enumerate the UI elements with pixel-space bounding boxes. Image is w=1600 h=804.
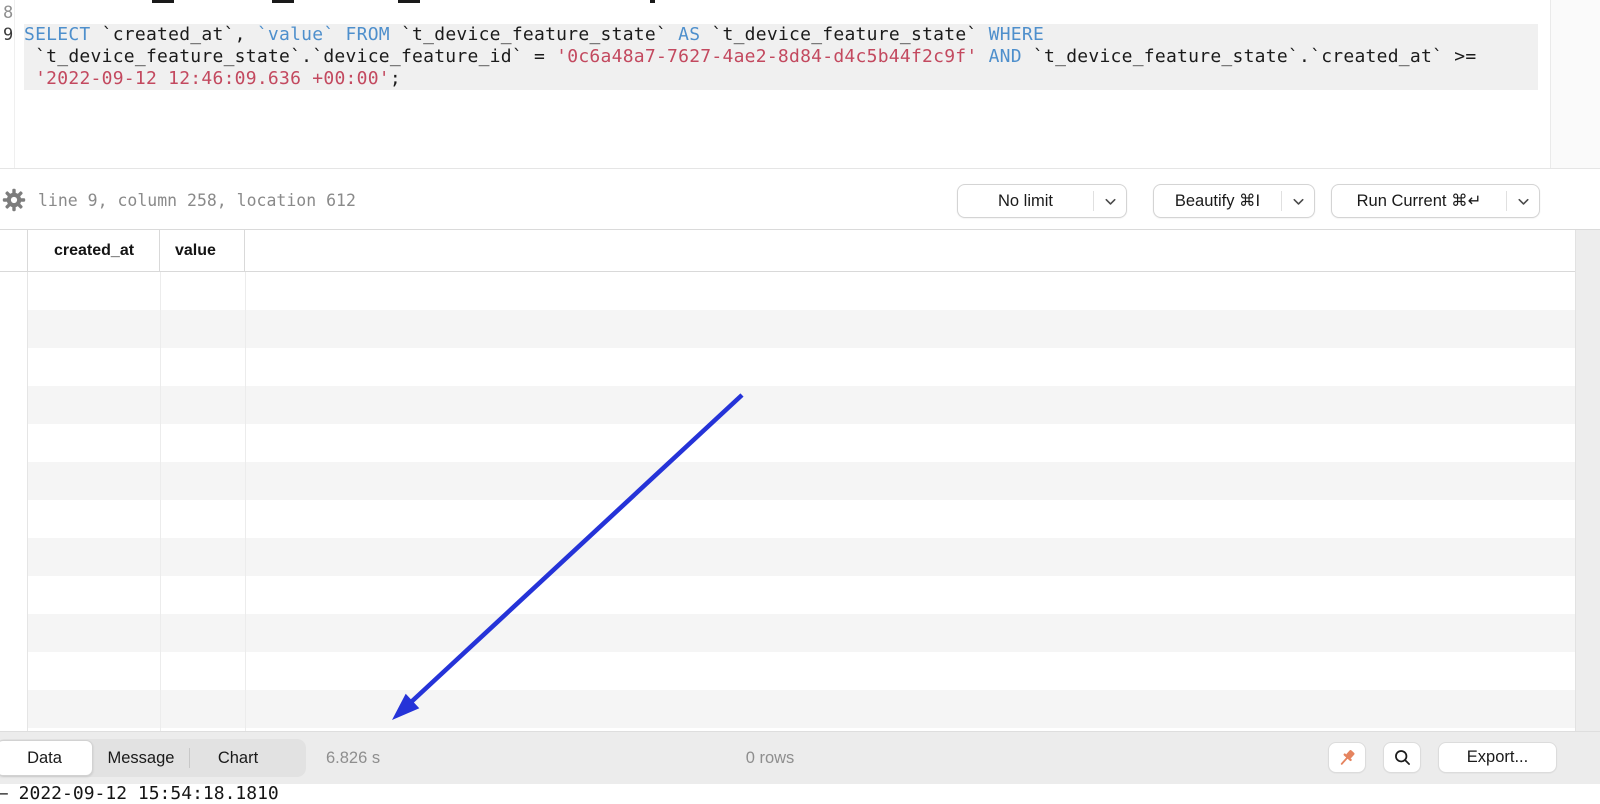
table-row[interactable] <box>0 538 1575 576</box>
code-token-id: `t_device_feature_state` <box>400 24 679 45</box>
row-count: 0 rows <box>745 749 795 767</box>
result-tabs: Data Message Chart <box>0 739 306 777</box>
code-block[interactable]: SELECT `created_at`, `value` FROM `t_dev… <box>24 24 1538 90</box>
code-line[interactable]: SELECT `created_at`, `value` FROM `t_dev… <box>24 24 1538 46</box>
code-line[interactable]: '2022-09-12 12:46:09.636 +00:00'; <box>24 68 1538 90</box>
chevron-down-icon[interactable] <box>1094 185 1126 217</box>
column-header-created-at[interactable]: created_at <box>28 230 160 271</box>
code-token-str: '0c6a48a7-7627-4ae2-8d84-d4c5b44f2c9f' <box>556 46 978 67</box>
code-token-kw: FROM <box>345 24 401 45</box>
run-current-button[interactable]: Run Current ⌘↵ <box>1331 184 1540 218</box>
code-token-id: `t_device_feature_state` <box>711 24 989 45</box>
table-row[interactable] <box>0 386 1575 424</box>
sql-editor[interactable]: 8 9 SELECT `created_at`, `value` FROM `t… <box>0 0 1600 168</box>
table-row[interactable] <box>0 272 1575 310</box>
limit-button-label: No limit <box>997 191 1053 210</box>
tab-data[interactable]: Data <box>0 740 93 776</box>
table-header: created_at value <box>0 230 1575 272</box>
code-token-str: '2022-09-12 12:46:09.636 +00:00' <box>35 68 390 89</box>
clipped-line-remnant <box>272 0 294 3</box>
table-row[interactable] <box>0 652 1575 690</box>
column-divider <box>160 272 161 731</box>
tab-chart[interactable]: Chart <box>190 739 286 777</box>
code-token-id: `t_device_feature_state`.`device_feature… <box>24 46 557 67</box>
clipped-line-remnant <box>650 0 655 3</box>
code-token-kw: `value` <box>256 24 335 45</box>
beautify-button-label: Beautify ⌘I <box>1174 192 1261 210</box>
query-duration: 6.826 s <box>326 749 381 767</box>
grid-scrollbar-track[interactable] <box>1575 230 1600 731</box>
table-row[interactable] <box>0 310 1575 348</box>
code-token-kw: AND <box>988 46 1022 67</box>
row-number-header <box>0 230 28 271</box>
result-bar: Data Message Chart 6.826 s 0 rows Export..… <box>0 731 1600 784</box>
code-token-kw: AS <box>678 24 712 45</box>
line-number-9: 9 <box>3 25 14 45</box>
tab-message[interactable]: Message <box>93 739 189 777</box>
cursor-position-status: line 9, column 258, location 612 <box>38 190 356 210</box>
code-token-id <box>334 24 345 45</box>
pin-button[interactable] <box>1328 742 1366 773</box>
code-token-id: `t_device_feature_state`.`created_at` >= <box>1021 46 1477 67</box>
run-current-button-label: Run Current ⌘↵ <box>1356 192 1482 210</box>
code-token-kw: WHERE <box>988 24 1045 45</box>
clipped-line-remnant <box>152 0 174 3</box>
query-log-text: – 2022-09-12 15:54:18.1810 <box>0 783 279 804</box>
export-button[interactable]: Export... <box>1438 742 1557 773</box>
table-row[interactable] <box>0 614 1575 652</box>
column-divider <box>245 272 246 731</box>
column-header-value[interactable]: value <box>160 230 245 271</box>
code-token-id: `created_at`, <box>101 24 257 45</box>
editor-scrollbar-track[interactable] <box>1550 0 1600 168</box>
table-row[interactable] <box>0 690 1575 728</box>
results-grid: created_at value <box>0 230 1600 731</box>
search-button[interactable] <box>1383 742 1421 773</box>
sql-client-window: 8 9 SELECT `created_at`, `value` FROM `t… <box>0 0 1600 804</box>
table-row[interactable] <box>0 500 1575 538</box>
query-log-line: – 2022-09-12 15:54:18.1810 <box>0 784 1600 804</box>
line-number-8: 8 <box>3 3 14 23</box>
gear-icon[interactable] <box>2 188 26 212</box>
code-token-kw: SELECT <box>24 24 102 45</box>
table-row[interactable] <box>0 348 1575 386</box>
table-row[interactable] <box>0 424 1575 462</box>
table-row[interactable] <box>0 576 1575 614</box>
table-body[interactable] <box>0 272 1575 731</box>
code-token-id <box>24 68 35 89</box>
chevron-down-icon[interactable] <box>1507 185 1539 217</box>
row-number-gutter <box>0 272 28 731</box>
code-line[interactable]: `t_device_feature_state`.`device_feature… <box>24 46 1538 68</box>
code-token-id <box>977 46 988 67</box>
chevron-down-icon[interactable] <box>1282 185 1314 217</box>
limit-button[interactable]: No limit <box>957 184 1127 218</box>
table-row[interactable] <box>0 462 1575 500</box>
beautify-button[interactable]: Beautify ⌘I <box>1153 184 1315 218</box>
code-token-id: ; <box>389 68 401 89</box>
clipped-line-remnant <box>398 0 420 3</box>
gutter-divider <box>14 0 15 168</box>
editor-status-bar: line 9, column 258, location 612 No limi… <box>0 168 1600 230</box>
